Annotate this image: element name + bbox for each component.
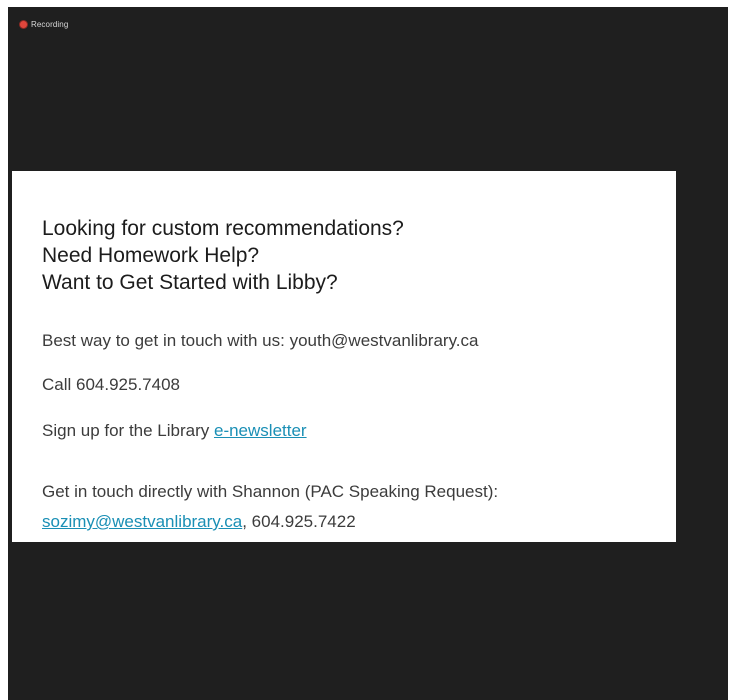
- direct-email-link[interactable]: sozimy@westvanlibrary.ca: [42, 512, 242, 531]
- headline-line-1: Looking for custom recommendations?: [42, 217, 404, 240]
- direct-phone: , 604.925.7422: [242, 512, 356, 531]
- direct-contact-line: Get in touch directly with Shannon (PAC …: [42, 482, 499, 501]
- meeting-video-area: Recording Looking for custom recommendat…: [8, 7, 728, 700]
- slide-headline: Looking for custom recommendations? Need…: [42, 215, 404, 296]
- newsletter-line: Sign up for the Library e-newsletter: [42, 421, 307, 441]
- headline-line-3: Want to Get Started with Libby?: [42, 271, 338, 294]
- shared-slide: Looking for custom recommendations? Need…: [12, 171, 676, 542]
- record-dot-icon: [20, 21, 27, 28]
- newsletter-prefix: Sign up for the Library: [42, 421, 214, 440]
- call-line: Call 604.925.7408: [42, 375, 181, 394]
- recording-label: Recording: [31, 20, 69, 29]
- direct-contact-details: sozimy@westvanlibrary.ca, 604.925.7422: [42, 512, 356, 532]
- contact-email-line: Best way to get in touch with us: youth@…: [42, 331, 479, 350]
- newsletter-link[interactable]: e-newsletter: [214, 421, 307, 440]
- headline-line-2: Need Homework Help?: [42, 244, 260, 267]
- recording-indicator: Recording: [20, 20, 68, 29]
